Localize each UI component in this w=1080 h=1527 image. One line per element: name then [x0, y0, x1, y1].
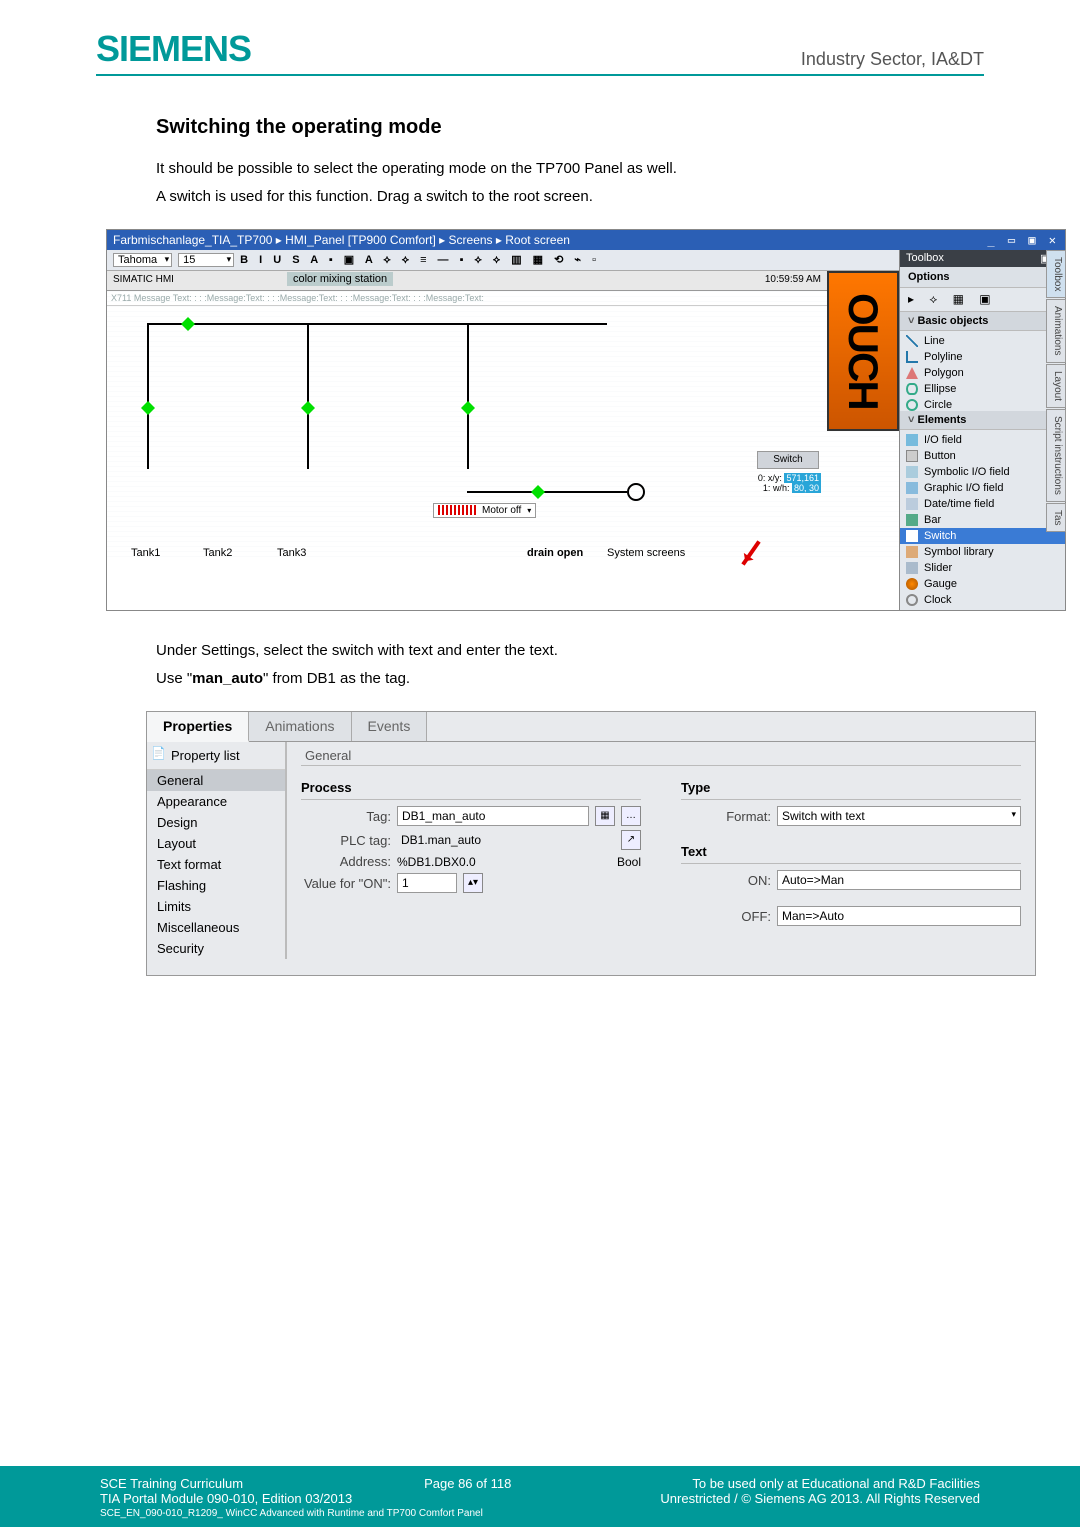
browse-icon[interactable]: ▦ [595, 806, 615, 826]
property-category[interactable]: Security [147, 938, 285, 959]
body-text: Under Settings, select the switch with t… [156, 639, 984, 663]
toolbox-item[interactable]: Symbolic I/O field [900, 464, 1065, 480]
format-label: Format: [681, 809, 771, 824]
format-toolbar[interactable]: B I U S A ▪ ▣ A ⟡ ⟡ ≡ — ▪ ⟡ ⟡ ▥ ▦ ⟲ ⌁ ▫ [240, 253, 600, 267]
on-text-label: ON: [681, 873, 771, 888]
side-tab[interactable]: Tas [1046, 503, 1066, 533]
touch-badge: OUCH [827, 271, 899, 431]
window-breadcrumb: Farbmischanlage_TIA_TP700 ▸ HMI_Panel [T… [113, 233, 570, 247]
toolbox-item[interactable]: Button [900, 448, 1065, 464]
value-on-input[interactable]: 1 [397, 873, 457, 893]
toolbox-item[interactable]: Graphic I/O field [900, 480, 1065, 496]
fontsize-dropdown[interactable]: 15 [178, 253, 234, 267]
plctag-value: DB1.man_auto [397, 831, 615, 849]
off-text-input[interactable]: Man=>Auto [777, 906, 1021, 926]
text-group: Text [681, 840, 1021, 864]
tank-label: Tank1 [131, 547, 160, 559]
drain-label: drain open [527, 547, 583, 559]
tag-input[interactable]: DB1_man_auto [397, 806, 589, 826]
siemens-logo: SIEMENS [96, 28, 251, 70]
body-text: Use "man_auto" from DB1 as the tag. [156, 667, 984, 691]
footer-page: Page 86 of 118 [424, 1476, 511, 1491]
sector-label: Industry Sector, IA&DT [801, 49, 984, 70]
toolbox-item[interactable]: Clock [900, 592, 1065, 608]
screenshot-properties: Properties Animations Events Property li… [146, 711, 1036, 976]
font-dropdown[interactable]: Tahoma [113, 253, 172, 267]
toolbox-item[interactable]: Circle [900, 397, 1065, 411]
annotation-arrow-icon [741, 540, 760, 565]
hmi-clock: 10:59:59 AM [765, 274, 821, 287]
address-label: Address: [301, 854, 391, 869]
toolbox-item[interactable]: Date/time field [900, 496, 1065, 512]
format-dropdown[interactable]: Switch with text [777, 806, 1021, 826]
side-tab[interactable]: Toolbox [1046, 250, 1066, 298]
window-buttons[interactable]: _ ▭ ▣ ✕ [987, 233, 1059, 247]
tag-label: Tag: [301, 809, 391, 824]
toolbox-mode-icons[interactable]: ▸ ⟡ ▦ ▣ [900, 288, 1065, 312]
type-group: Type [681, 776, 1021, 800]
property-category[interactable]: Design [147, 812, 285, 833]
more-icon[interactable]: … [621, 806, 641, 826]
toolbox-item[interactable]: Polygon [900, 365, 1065, 381]
footer-right: To be used only at Educational and R&D F… [692, 1476, 980, 1491]
toolbox-options: Options [900, 267, 1065, 288]
tank-label: Tank2 [203, 547, 232, 559]
page-footer: SCE Training Curriculum Page 86 of 118 T… [0, 1466, 1080, 1527]
body-text: A switch is used for this function. Drag… [156, 185, 984, 209]
system-screens-label: System screens [607, 547, 685, 559]
toolbox-item[interactable]: Slider [900, 560, 1065, 576]
spinner-icon[interactable]: ▴▾ [463, 873, 483, 893]
tab-animations[interactable]: Animations [249, 712, 351, 741]
side-tab[interactable]: Animations [1046, 299, 1066, 362]
property-category[interactable]: General [147, 770, 285, 791]
screen-title: color mixing station [287, 272, 393, 286]
motor-label[interactable]: Motor off [433, 503, 536, 518]
toolbox-item-switch[interactable]: Switch [900, 528, 1065, 544]
message-bar: X711 Message Text: : : :Message:Text: : … [107, 291, 827, 306]
footer-small: SCE_EN_090-010_R1209_ WinCC Advanced wit… [100, 1508, 980, 1519]
process-group: Process [301, 776, 641, 800]
toolbox-item[interactable]: Gauge [900, 576, 1065, 592]
toolbox-category[interactable]: Elements [900, 411, 1065, 430]
body-text: It should be possible to select the oper… [156, 157, 984, 181]
property-category[interactable]: Flashing [147, 875, 285, 896]
off-text-label: OFF: [681, 909, 771, 924]
address-type: Bool [617, 855, 641, 869]
hmi-brand: SIMATIC HMI [113, 274, 174, 287]
toolbox-item[interactable]: Line [900, 333, 1065, 349]
footer-left2: TIA Portal Module 090-010, Edition 03/20… [100, 1491, 352, 1506]
switch-placeholder[interactable]: Switch [757, 451, 819, 469]
toolbox-panel: Toolbox▣ ▸ Options ▸ ⟡ ▦ ▣ Basic objects… [899, 250, 1065, 610]
footer-left: SCE Training Curriculum [100, 1476, 243, 1491]
plctag-label: PLC tag: [301, 833, 391, 848]
toolbox-item[interactable]: Bar [900, 512, 1065, 528]
hmi-canvas[interactable]: SIMATIC HMI color mixing station 10:59:5… [107, 271, 899, 561]
address-value: %DB1.DBX0.0 [397, 855, 611, 869]
section-heading: Switching the operating mode [156, 116, 984, 139]
property-category[interactable]: Text format [147, 854, 285, 875]
tank-label: Tank3 [277, 547, 306, 559]
tab-events[interactable]: Events [352, 712, 428, 741]
toolbox-category[interactable]: Basic objects [900, 312, 1065, 331]
property-list-header: Property list [147, 742, 285, 770]
selection-coords: 0: x/y: 571,161 1: w/h: 80, 30 [758, 473, 821, 493]
property-category[interactable]: Limits [147, 896, 285, 917]
goto-icon[interactable]: ↗ [621, 830, 641, 850]
value-on-label: Value for "ON": [301, 876, 391, 891]
general-heading: General [301, 742, 1021, 766]
toolbox-item[interactable]: Polyline [900, 349, 1065, 365]
toolbox-item[interactable]: Ellipse [900, 381, 1065, 397]
side-tab[interactable]: Layout [1046, 364, 1066, 408]
property-category[interactable]: Miscellaneous [147, 917, 285, 938]
toolbox-title: Toolbox [906, 252, 944, 265]
screenshot-editor: Farbmischanlage_TIA_TP700 ▸ HMI_Panel [T… [106, 229, 1066, 611]
toolbox-item[interactable]: Symbol library [900, 544, 1065, 560]
tab-properties[interactable]: Properties [147, 712, 249, 742]
property-category[interactable]: Appearance [147, 791, 285, 812]
toolbox-item[interactable]: I/O field [900, 432, 1065, 448]
footer-right2: Unrestricted / © Siemens AG 2013. All Ri… [660, 1491, 980, 1506]
side-tab[interactable]: Script instructions [1046, 409, 1066, 502]
on-text-input[interactable]: Auto=>Man [777, 870, 1021, 890]
property-category[interactable]: Layout [147, 833, 285, 854]
